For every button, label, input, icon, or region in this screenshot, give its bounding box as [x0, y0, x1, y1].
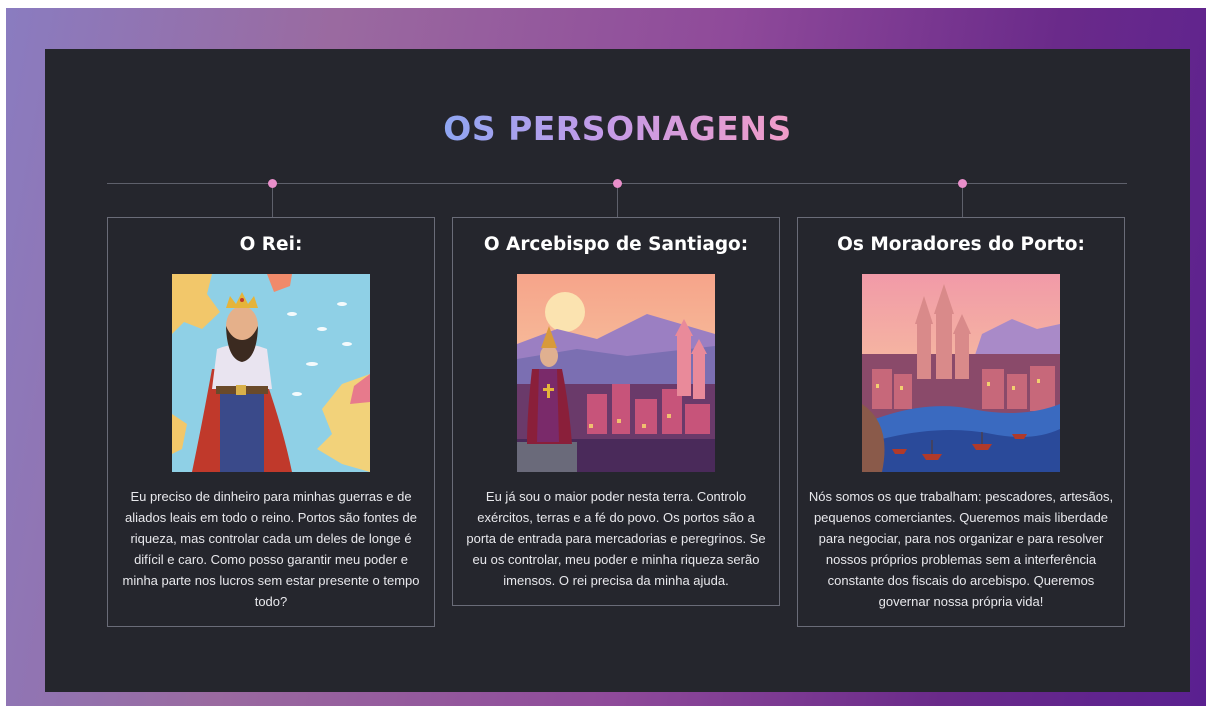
timeline-dot [268, 179, 277, 188]
card-text: Nós somos os que trabalham: pescadores, … [808, 489, 1114, 609]
character-card-archbishop: O Arcebispo de Santiago: Eu já sou o mai… [452, 217, 780, 606]
page-title: OS PERSONAGENS [443, 109, 792, 148]
character-card-king: O Rei: Eu preciso de dinheiro para minha… [107, 217, 435, 627]
character-card-port-residents: Os Moradores do Porto: Nós somos os que … [797, 217, 1125, 627]
timeline-connector [617, 188, 618, 218]
timeline-connector [962, 188, 963, 218]
king-illustration [172, 274, 370, 472]
timeline-connector [272, 188, 273, 218]
archbishop-illustration [517, 274, 715, 472]
gradient-frame: OS PERSONAGENS O Rei: Eu preciso de dinh… [6, 8, 1206, 706]
slide: OS PERSONAGENS O Rei: Eu preciso de dinh… [45, 49, 1190, 692]
card-heading: O Rei: [239, 234, 303, 255]
card-text: Eu preciso de dinheiro para minhas guerr… [122, 489, 420, 609]
timeline-dot [958, 179, 967, 188]
card-text: Eu já sou o maior poder nesta terra. Con… [466, 489, 766, 588]
port-town-illustration [862, 274, 1060, 472]
card-heading: Os Moradores do Porto: [837, 234, 1085, 255]
card-heading: O Arcebispo de Santiago: [483, 234, 749, 255]
timeline-dot [613, 179, 622, 188]
